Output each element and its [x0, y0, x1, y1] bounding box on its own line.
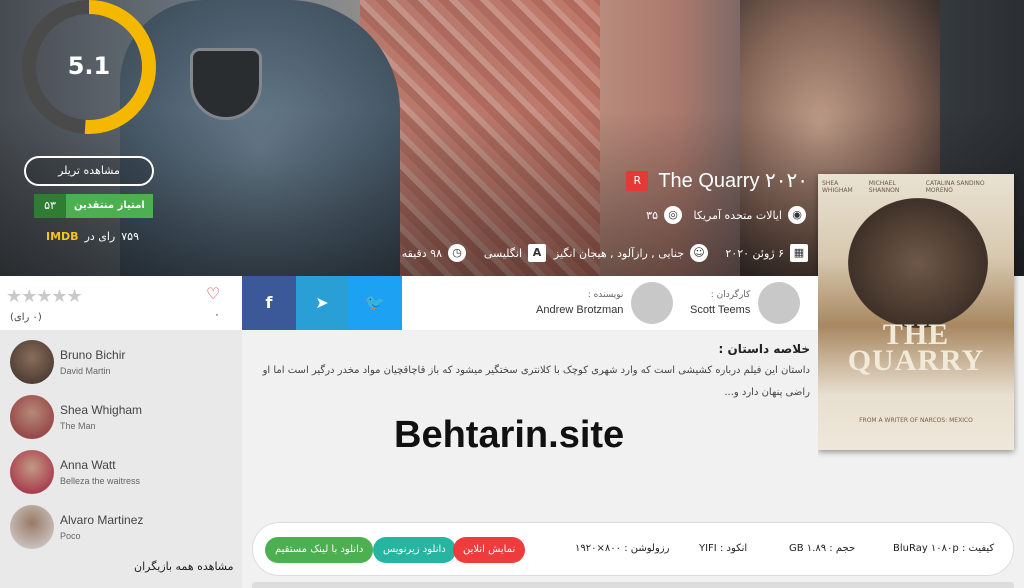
quality-info: کیفیت : BluRay ۱۰۸۰p: [893, 543, 994, 554]
cast-item[interactable]: Bruno Bichir David Martin: [0, 334, 242, 389]
size-label: حجم :: [829, 543, 856, 554]
cast-item[interactable]: Alvaro Martinez Poco: [0, 499, 242, 554]
cast-role: The Man: [60, 420, 96, 431]
avatar: [10, 504, 54, 549]
avatar: [10, 339, 54, 384]
age-rating-badge: R: [626, 170, 649, 191]
imdb-tag: IMDB: [46, 230, 79, 243]
director[interactable]: کارگردان : Scott Teems: [690, 282, 801, 324]
avatar: [10, 449, 54, 494]
movie-title-row: R The Quarry ۲۰۲۰: [626, 168, 808, 193]
writer-name: Andrew Brotzman: [536, 304, 624, 316]
resolution-label: رزولوشن :: [624, 543, 670, 554]
watch-trailer-button[interactable]: مشاهده تریلر: [24, 156, 154, 186]
synopsis-text: داستان این فیلم درباره کشیشی است که وارد…: [262, 365, 810, 398]
cast-name: Bruno Bichir: [60, 347, 126, 362]
encode-label: انکود :: [719, 543, 748, 554]
views-row: ◎ ۳۵: [646, 206, 682, 224]
cast-list: Bruno Bichir David Martin Shea Whigham The…: [0, 334, 242, 554]
quality-value: BluRay ۱۰۸۰p: [893, 543, 959, 554]
direct-download-button[interactable]: دانلود با لینک مستقیم: [265, 537, 374, 563]
calendar-icon: ▦: [790, 244, 808, 262]
poster-name-3: CATALINA SANDINO MORENO: [925, 180, 985, 194]
theater-masks-icon: ☺: [690, 244, 708, 262]
director-avatar: [758, 282, 801, 324]
avatar: [10, 394, 54, 439]
site-watermark: Behtarin.site: [394, 414, 625, 456]
imdb-votes-text: رای در: [84, 230, 116, 243]
synopsis-title: خلاصه داستان :: [718, 342, 810, 356]
poster-name-2: MICHAEL SHANNON: [868, 180, 900, 194]
crew-bar: نویسنده : Andrew Brotzman کارگردان : Scott…: [402, 276, 818, 330]
movie-title: The Quarry ۲۰۲۰: [658, 170, 808, 192]
twitter-share-button[interactable]: 🐦: [348, 276, 402, 330]
language-text: انگلیسی: [483, 246, 522, 260]
rating-stars[interactable]: ★★★★★: [6, 286, 83, 307]
score-value: 5.1: [67, 52, 111, 80]
writer[interactable]: نویسنده : Andrew Brotzman: [536, 282, 674, 324]
poster-faces: [848, 198, 988, 328]
telegram-share-button[interactable]: ➤: [296, 276, 348, 330]
movie-poster[interactable]: SHEA WHIGHAM MICHAEL SHANNON CATALINA SA…: [818, 174, 1014, 450]
critic-score: ۵۳ امتیاز منتقدین: [34, 194, 153, 218]
imdb-votes-count: ۷۵۹: [121, 230, 139, 243]
duration-row: ◷ ۹۸ دقیقه: [402, 244, 466, 262]
likes-count: ۰: [214, 308, 220, 321]
encode-value: YIFI: [699, 543, 717, 554]
genres-text: جنایی , رازآلود , هیجان انگیز: [553, 246, 684, 260]
quality-label: کیفیت :: [961, 543, 995, 554]
download-bar: دانلود با لینک مستقیم دانلود زیرنویس نما…: [252, 522, 1014, 576]
country-row: ◉ ایالات متحده آمریکا: [694, 206, 806, 224]
director-role: کارگردان :: [710, 290, 751, 300]
next-section-edge: [252, 582, 1014, 588]
genre-row: ☺ جنایی , رازآلود , هیجان انگیز: [554, 244, 708, 262]
poster-title: THE QUARRY: [847, 318, 985, 377]
cast-name: Alvaro Martinez: [60, 512, 144, 527]
poster-tagline: FROM A WRITER OF NARCOS: MEXICO: [859, 417, 973, 424]
facebook-icon: f: [265, 293, 273, 312]
twitter-icon: 🐦: [365, 293, 385, 312]
release-row: ▦ ۶ ژوئن ۲۰۲۰: [725, 244, 808, 262]
telegram-icon: ➤: [315, 293, 329, 312]
cast-name: Anna Watt: [60, 457, 116, 472]
writer-avatar: [631, 282, 674, 324]
cast-role: David Martin: [60, 365, 111, 376]
imdb-votes: ۷۵۹ رای در IMDB: [46, 230, 139, 243]
encode-info: انکود : YIFI: [699, 543, 747, 554]
language-row: A انگلیسی: [484, 244, 546, 262]
user-rating-box: ★★★★★ (۰ رای) ♡ ۰: [0, 276, 242, 330]
country-text: ایالات متحده آمریکا: [693, 208, 782, 222]
critic-score-value: ۵۳: [34, 194, 66, 218]
writer-role: نویسنده :: [587, 290, 624, 300]
duration-text: ۹۸ دقیقه: [401, 246, 442, 260]
watch-online-button[interactable]: نمایش انلاین: [453, 537, 526, 563]
poster-name-1: SHEA WHIGHAM: [822, 180, 853, 194]
director-name: Scott Teems: [690, 304, 751, 316]
facebook-share-button[interactable]: f: [242, 276, 296, 330]
clock-icon: ◷: [448, 244, 466, 262]
size-value: GB ۱.۸۹: [789, 543, 827, 554]
views-count: ۳۵: [646, 208, 658, 222]
size-info: حجم : GB ۱.۸۹: [789, 543, 855, 554]
cast-role: Poco: [60, 530, 81, 541]
poster-names: SHEA WHIGHAM MICHAEL SHANNON CATALINA SA…: [822, 180, 1010, 194]
cast-role: Belleza the waitress: [60, 475, 141, 486]
translate-icon: A: [528, 244, 546, 262]
view-all-cast-link[interactable]: مشاهده همه بازیگران: [134, 560, 234, 573]
resolution-info: رزولوشن : ۸۰۰×۱۹۲۰: [575, 543, 669, 554]
release-date: ۶ ژوئن ۲۰۲۰: [725, 246, 784, 260]
rating-votes: (۰ رای): [10, 312, 42, 323]
resolution-value: ۸۰۰×۱۹۲۰: [575, 543, 621, 554]
subtitle-download-button[interactable]: دانلود زیرنویس: [373, 537, 456, 563]
cast-name: Shea Whigham: [60, 402, 143, 417]
left-panel: ★★★★★ (۰ رای) ♡ ۰ Bruno Bichir David Mart…: [0, 276, 242, 588]
heart-icon[interactable]: ♡: [206, 284, 220, 303]
eye-icon: ◎: [664, 206, 682, 224]
globe-icon: ◉: [788, 206, 806, 224]
cast-item[interactable]: Anna Watt Belleza the waitress: [0, 444, 242, 499]
cast-item[interactable]: Shea Whigham The Man: [0, 389, 242, 444]
critic-score-label: امتیاز منتقدین: [66, 194, 153, 218]
